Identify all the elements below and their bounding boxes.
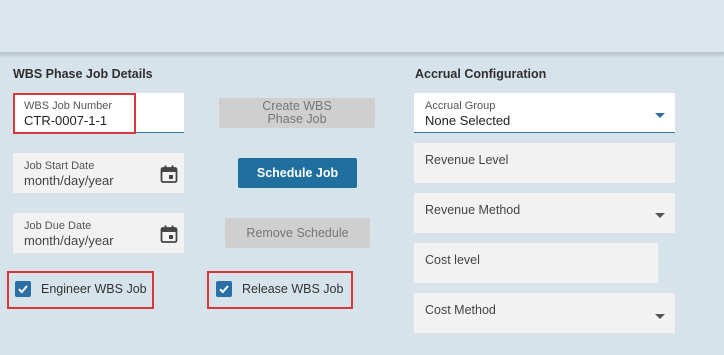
revenue-level-label: Revenue Level	[425, 153, 509, 167]
job-due-date-label: Job Due Date	[24, 220, 92, 232]
checkbox-checked-icon[interactable]	[15, 281, 31, 297]
job-start-date-label: Job Start Date	[24, 160, 95, 172]
calendar-icon[interactable]	[160, 165, 178, 183]
chevron-down-icon[interactable]	[655, 314, 665, 319]
cost-method-label: Cost Method	[425, 303, 496, 317]
accrual-group-value: None Selected	[425, 113, 511, 128]
chevron-down-icon[interactable]	[655, 113, 665, 118]
revenue-method-select[interactable]: Revenue Method	[414, 193, 675, 233]
release-wbs-job-checkbox[interactable]: Release WBS Job	[216, 281, 343, 297]
cost-level-field[interactable]: Cost level	[414, 243, 658, 283]
accrual-group-select[interactable]: Accrual Group None Selected	[414, 93, 675, 133]
calendar-icon[interactable]	[160, 225, 178, 243]
create-wbs-phase-job-button[interactable]: Create WBS Phase Job	[219, 98, 375, 128]
highlight-job-number	[13, 93, 136, 134]
cost-method-select[interactable]: Cost Method	[414, 293, 675, 333]
accrual-group-label: Accrual Group	[425, 100, 496, 112]
engineer-wbs-job-label: Engineer WBS Job	[41, 282, 147, 296]
job-due-date-field[interactable]: Job Due Date month/day/year	[13, 213, 184, 253]
checkbox-checked-icon[interactable]	[216, 281, 232, 297]
cost-level-label: Cost level	[425, 253, 480, 267]
revenue-method-label: Revenue Method	[425, 203, 521, 217]
accrual-section-title: Accrual Configuration	[415, 67, 547, 81]
revenue-level-field[interactable]: Revenue Level	[414, 143, 675, 183]
job-due-date-placeholder: month/day/year	[24, 233, 114, 248]
release-wbs-job-label: Release WBS Job	[242, 282, 344, 296]
header-band	[0, 0, 724, 54]
job-start-date-field[interactable]: Job Start Date month/day/year	[13, 153, 184, 193]
chevron-down-icon[interactable]	[655, 213, 665, 218]
job-start-date-placeholder: month/day/year	[24, 173, 114, 188]
wbs-section-title: WBS Phase Job Details	[13, 67, 153, 81]
schedule-job-button[interactable]: Schedule Job	[238, 158, 357, 188]
engineer-wbs-job-checkbox[interactable]: Engineer WBS Job	[15, 281, 147, 297]
remove-schedule-button[interactable]: Remove Schedule	[225, 218, 370, 248]
